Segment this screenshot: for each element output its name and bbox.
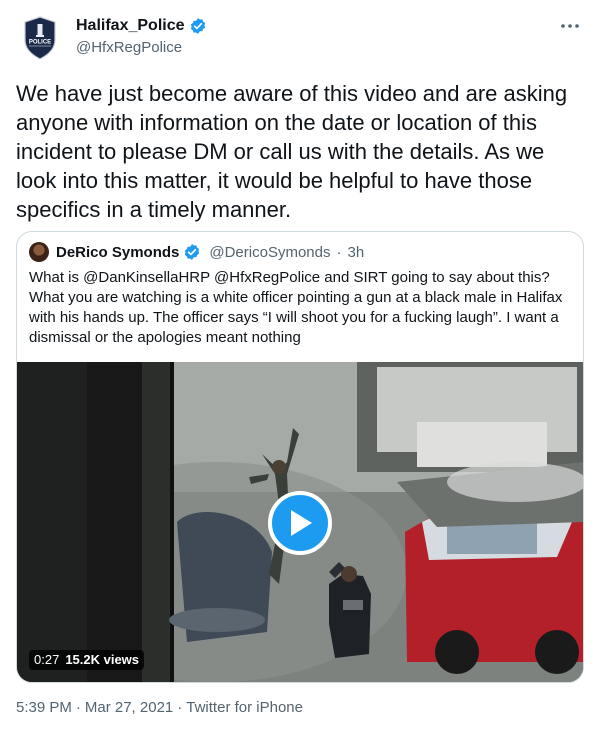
tweet-time[interactable]: 5:39 PM	[16, 698, 72, 718]
video-player[interactable]: 0:27 15.2K views	[17, 362, 583, 682]
author-avatar[interactable]: POLICE	[16, 14, 64, 62]
quote-separator: ·	[336, 243, 342, 261]
quote-author-avatar[interactable]	[29, 242, 49, 262]
quote-timestamp[interactable]: 3h	[347, 244, 364, 261]
video-views: 15.2K views	[65, 652, 140, 667]
play-icon	[291, 510, 312, 536]
video-duration: 0:27	[34, 652, 60, 667]
tweet-meta: 5:39 PM · Mar 27, 2021 · Twitter for iPh…	[16, 698, 303, 718]
author-display-name-text[interactable]: Halifax_Police	[76, 16, 185, 36]
video-stats: 0:27 15.2K views	[29, 650, 145, 670]
quote-display-name[interactable]: DeRico Symonds	[56, 244, 179, 261]
quoted-tweet[interactable]: DeRico Symonds @DericoSymonds · 3h What …	[16, 231, 584, 683]
author-handle[interactable]: @HfxRegPolice	[76, 38, 207, 58]
tweet-text: We have just become aware of this video …	[16, 81, 568, 222]
more-horizontal-icon[interactable]	[558, 18, 582, 34]
verified-badge-icon	[185, 244, 200, 260]
tweet-date[interactable]: Mar 27, 2021	[85, 698, 173, 718]
play-button[interactable]	[268, 491, 332, 555]
meta-separator: ·	[75, 699, 81, 716]
quote-handle[interactable]: @DericoSymonds	[209, 244, 330, 261]
author-display-name[interactable]: Halifax_Police	[76, 16, 207, 36]
meta-separator: ·	[177, 699, 183, 716]
tweet-header: POLICE Halifax_Police @HfxRegPolice	[16, 14, 584, 62]
tweet-source[interactable]: Twitter for iPhone	[186, 698, 303, 718]
quote-header: DeRico Symonds @DericoSymonds · 3h	[29, 242, 364, 262]
quote-text: What is @DanKinsellaHRP @HfxRegPolice an…	[29, 269, 563, 346]
police-badge-icon: POLICE	[24, 16, 56, 60]
avatar-logo-text: POLICE	[29, 40, 51, 46]
author-names: Halifax_Police @HfxRegPolice	[76, 16, 207, 58]
verified-badge-icon	[190, 18, 205, 34]
